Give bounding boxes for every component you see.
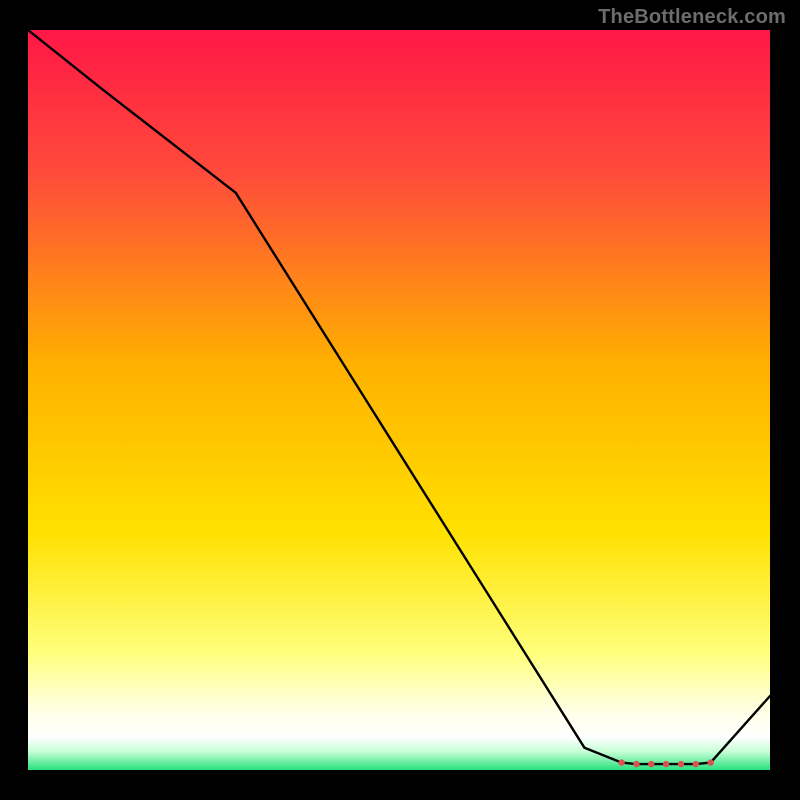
- optimal-point-marker: [693, 761, 699, 767]
- watermark-text: TheBottleneck.com: [598, 6, 786, 29]
- optimal-point-marker: [707, 759, 713, 765]
- chart-svg: [28, 30, 770, 770]
- optimal-point-marker: [663, 761, 669, 767]
- optimal-point-marker: [648, 761, 654, 767]
- optimal-point-marker: [633, 761, 639, 767]
- gradient-background: [28, 30, 770, 770]
- chart-stage: TheBottleneck.com: [0, 0, 800, 800]
- optimal-point-marker: [618, 759, 624, 765]
- optimal-point-marker: [678, 761, 684, 767]
- plot-area: [28, 30, 770, 770]
